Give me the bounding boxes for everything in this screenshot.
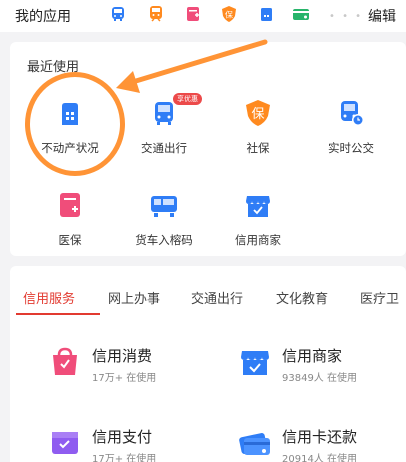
app-item-label: 货车入榕码 [135,233,193,247]
more-dots: • • • [329,11,364,22]
wallet-icon [52,432,78,454]
app-item-label: 实时公交 [328,141,374,155]
service-usage: 20914人 在使用 [282,454,357,462]
service-credit-consumption[interactable]: 信用消费 17万+ 在使用 [48,345,198,385]
app-item-realtime-bus[interactable]: 实时公交 [306,98,396,156]
my-apps-bar: 我的应用 保 • • • 编辑 [0,0,406,32]
tab-culture-education[interactable]: 文化教育 [276,288,328,307]
train-icon[interactable] [147,5,165,23]
service-usage: 93849人 在使用 [282,373,357,384]
social-security-shield-icon[interactable]: 保 [220,5,238,23]
app-item-label: 交通出行 [141,141,187,155]
tab-online-services[interactable]: 网上办事 [108,288,160,307]
service-usage: 17万+ 在使用 [92,454,157,462]
svg-text:保: 保 [251,107,264,122]
credit-card-icon [239,433,270,455]
shopping-bag-icon [53,347,77,375]
active-tab-indicator [16,313,100,315]
card-icon[interactable] [292,5,310,23]
tab-medical[interactable]: 医疗卫 [360,288,399,307]
app-item-social-security[interactable]: 保 社保 [213,98,303,156]
edit-button[interactable]: 编辑 [368,6,396,26]
tab-transport[interactable]: 交通出行 [191,288,243,307]
truck-icon [151,196,177,217]
app-item-label: 医保 [58,233,82,247]
svg-text:保: 保 [225,10,233,20]
app-item-truck-code[interactable]: 货车入榕码 [119,190,209,248]
service-name: 信用商家 [282,347,343,365]
app-item-label: 社保 [246,141,270,155]
building-icon[interactable] [257,5,275,23]
store-icon [246,196,270,217]
service-credit-payment[interactable]: 信用支付 17万+ 在使用 [48,426,198,462]
medical-insurance-icon[interactable] [184,5,202,23]
service-name: 信用支付 [92,428,153,446]
service-name: 信用卡还款 [282,428,358,446]
tab-credit-services[interactable]: 信用服务 [23,288,75,307]
bus-icon[interactable] [109,5,127,23]
app-item-credit-merchant[interactable]: 信用商家 [213,190,303,248]
category-tabs: 信用服务 网上办事 交通出行 文化教育 医疗卫 [10,266,406,318]
app-item-label: 信用商家 [235,233,281,247]
service-credit-merchant[interactable]: 信用商家 93849人 在使用 [238,345,398,385]
pointer-arrow [116,39,268,93]
app-item-medical-insurance[interactable]: 医保 [25,190,115,248]
credit-services-grid: 信用消费 17万+ 在使用 信用商家 93849人 在使用 信用支付 17万+ … [10,318,406,462]
medical-insurance-icon [60,193,80,217]
my-apps-title: 我的应用 [15,9,71,25]
app-item-transport[interactable]: 交通出行 [119,98,209,156]
realtime-bus-icon [341,101,364,126]
service-credit-card-repayment[interactable]: 信用卡还款 20914人 在使用 [238,426,398,462]
service-name: 信用消费 [92,347,153,365]
service-usage: 17万+ 在使用 [92,373,157,384]
store-icon [241,351,269,375]
